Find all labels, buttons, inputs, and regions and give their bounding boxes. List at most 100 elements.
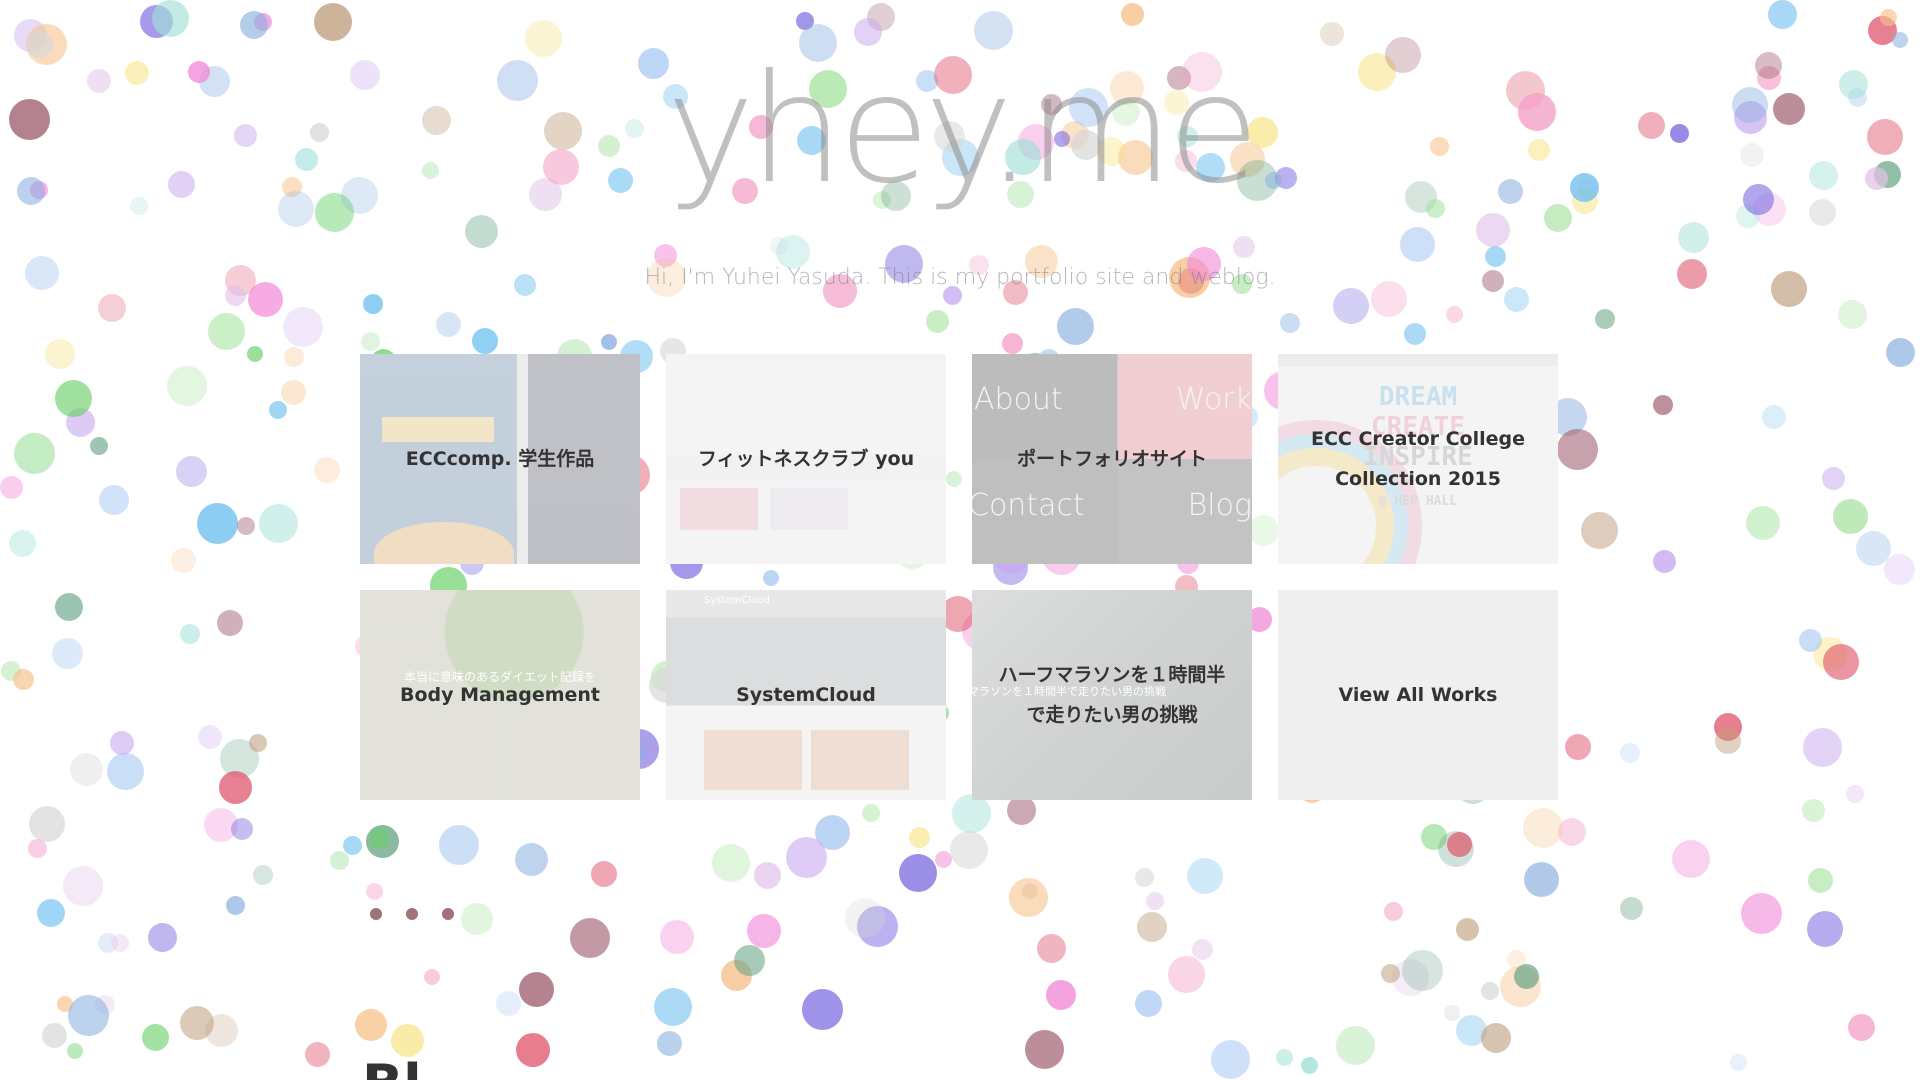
confetti-bubble [1400, 227, 1435, 262]
confetti-bubble [355, 1009, 387, 1041]
confetti-bubble [171, 548, 196, 573]
confetti-bubble [1446, 306, 1463, 323]
confetti-bubble [1301, 1057, 1318, 1074]
confetti-bubble [472, 328, 498, 354]
confetti-bubble [343, 836, 362, 855]
work-tile-ecc-collection-2015[interactable]: DREAM CREATE INSPIRE @ HEP HALL ECC Crea… [1278, 354, 1558, 564]
confetti-bubble [253, 865, 273, 885]
confetti-bubble [314, 3, 352, 41]
confetti-bubble [99, 485, 129, 515]
confetti-bubble [231, 818, 253, 840]
confetti-bubble [496, 991, 521, 1016]
confetti-bubble [208, 313, 245, 350]
confetti-bubble [1135, 868, 1154, 887]
confetti-bubble [1037, 934, 1066, 963]
confetti-bubble [1444, 1005, 1460, 1021]
confetti-bubble [1892, 32, 1908, 48]
confetti-bubble [13, 669, 34, 690]
confetti-bubble [42, 1023, 67, 1048]
confetti-bubble [1057, 308, 1094, 345]
confetti-bubble [1730, 1054, 1747, 1071]
confetti-bubble [754, 862, 781, 889]
confetti-bubble [240, 11, 268, 39]
confetti-bubble [284, 347, 304, 367]
confetti-bubble [226, 896, 245, 915]
confetti-bubble [1476, 213, 1510, 247]
confetti-bubble [926, 310, 949, 333]
confetti-bubble [1187, 858, 1223, 894]
confetti-bubble [330, 851, 349, 870]
confetti-bubble [180, 1006, 214, 1040]
confetti-bubble [845, 898, 885, 938]
confetti-bubble [935, 851, 952, 868]
confetti-bubble [1557, 429, 1598, 470]
confetti-bubble [152, 0, 189, 37]
confetti-bubble [369, 828, 390, 849]
confetti-bubble [249, 734, 267, 752]
confetti-bubble [111, 934, 129, 952]
confetti-bubble [68, 995, 109, 1036]
confetti-bubble [1715, 728, 1741, 754]
confetti-bubble [55, 380, 92, 417]
confetti-bubble [55, 593, 83, 621]
confetti-bubble [465, 215, 498, 248]
confetti-bubble [1192, 939, 1213, 960]
confetti-bubble [180, 624, 200, 644]
confetti-bubble [237, 517, 255, 535]
work-tile-fitness-club[interactable]: フィットネスクラブ you [666, 354, 946, 564]
confetti-bubble [712, 844, 750, 882]
confetti-bubble [1447, 832, 1472, 857]
confetti-bubble [1595, 309, 1615, 329]
dot [442, 908, 454, 920]
work-tile-portfolio-site[interactable]: About Work Contact Blog ポートフォリオサイト [972, 354, 1252, 564]
confetti-bubble [862, 804, 880, 822]
confetti-bubble [281, 380, 306, 405]
work-tile-body-management[interactable]: 本当に意味のあるダイエット記録を Body Management [360, 590, 640, 800]
site-logo[interactable]: yhey.me [0, 55, 1920, 205]
work-tile-systemcloud[interactable]: SystemCloud SystemCloud [666, 590, 946, 800]
confetti-bubble [1565, 734, 1591, 760]
work-title: ハーフマラソンを１時間半 で走りたい男の挑戦 [998, 664, 1226, 726]
confetti-bubble [197, 503, 238, 544]
confetti-bubble [657, 1031, 682, 1056]
confetti-bubble [660, 920, 694, 954]
confetti-bubble [1333, 288, 1369, 324]
confetti-bubble [424, 969, 440, 985]
confetti-bubble [1514, 964, 1539, 989]
confetti-bubble [1524, 862, 1559, 897]
confetti-bubble [1280, 313, 1300, 333]
confetti-bubble [1884, 554, 1915, 585]
view-all-works-button[interactable]: View All Works [1278, 590, 1558, 800]
site-tagline: Hi, I'm Yuhei Yasuda. This is my portfol… [644, 265, 1276, 290]
work-tile-half-marathon[interactable]: マラソンを１時間半で走りたい男の挑戦 ハーフマラソンを１時間半 で走りたい男の挑… [972, 590, 1252, 800]
confetti-bubble [1672, 840, 1710, 878]
confetti-bubble [436, 312, 461, 337]
confetti-bubble [1481, 1023, 1511, 1053]
confetti-bubble [734, 945, 765, 976]
confetti-bubble [1833, 499, 1868, 534]
confetti-bubble [26, 31, 53, 58]
confetti-bubble [461, 903, 493, 935]
confetti-bubble [37, 899, 65, 927]
confetti-bubble [1276, 1049, 1293, 1066]
confetti-bubble [90, 437, 108, 455]
confetti-bubble [1121, 3, 1144, 26]
confetti-bubble [1620, 743, 1640, 763]
confetti-bubble [1746, 506, 1780, 540]
confetti-bubble [1802, 799, 1825, 822]
confetti-bubble [1848, 1014, 1875, 1041]
work-tile-ecccomp[interactable]: ECCcomp. 学生作品 [360, 354, 640, 564]
confetti-bubble [1823, 644, 1859, 680]
confetti-bubble [519, 972, 554, 1007]
confetti-bubble [601, 334, 617, 350]
confetti-bubble [1481, 982, 1499, 1000]
confetti-bubble [14, 433, 55, 474]
confetti-bubble [1822, 467, 1845, 490]
confetti-bubble [1002, 333, 1023, 354]
work-title: Body Management [400, 684, 600, 706]
confetti-bubble [148, 923, 177, 952]
confetti-bubble [1653, 395, 1673, 415]
confetti-bubble [283, 307, 323, 347]
confetti-bubble [1880, 9, 1897, 26]
work-title: ポートフォリオサイト [1016, 448, 1207, 470]
